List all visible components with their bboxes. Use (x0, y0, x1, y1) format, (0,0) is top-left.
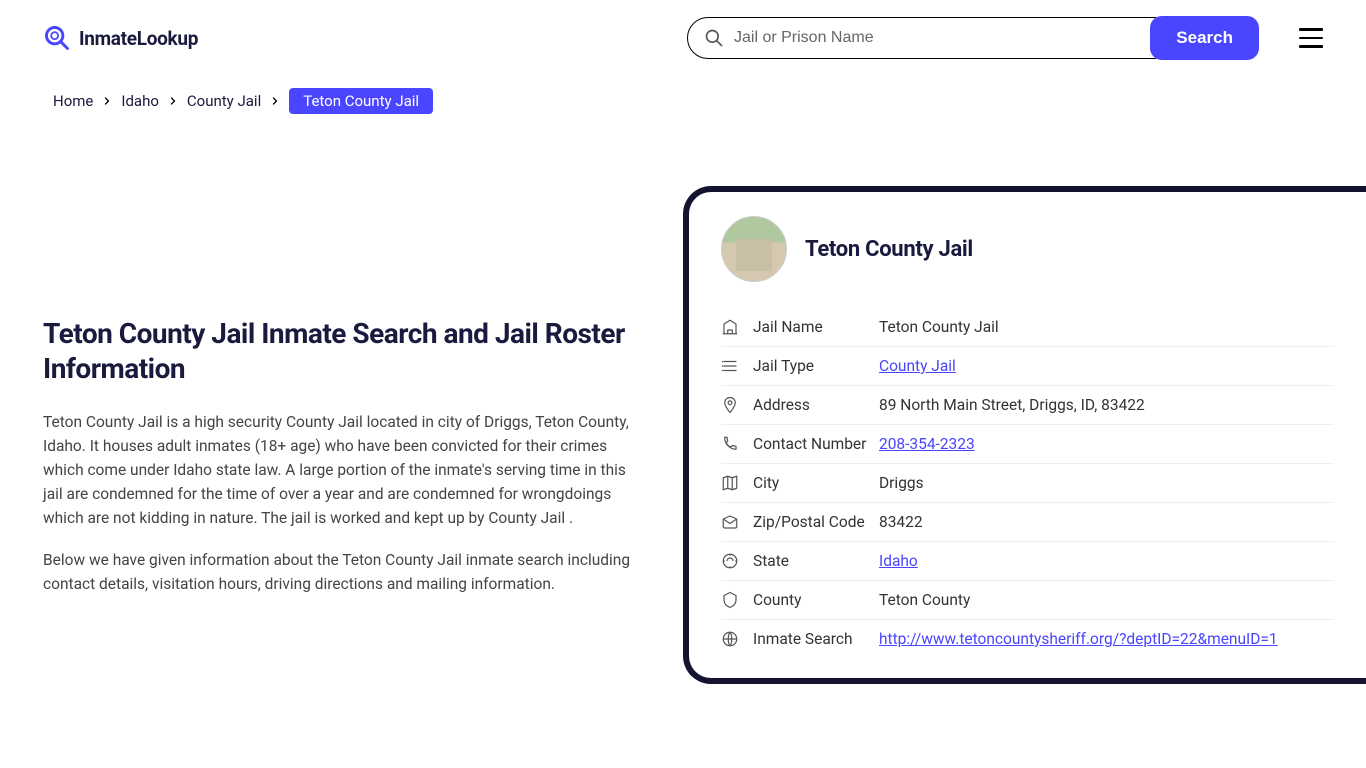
magnifier-icon (43, 24, 71, 52)
row-label: Contact Number (753, 435, 879, 453)
map-icon (721, 474, 739, 492)
row-label: State (753, 552, 879, 570)
search-area: Search (687, 16, 1259, 60)
row-value: Teton County Jail (879, 318, 999, 336)
breadcrumb-type[interactable]: County Jail (187, 92, 261, 110)
info-card: Teton County Jail Jail Name Teton County… (683, 186, 1366, 684)
compass-icon (721, 552, 739, 570)
row-label: Address (753, 396, 879, 414)
row-label: Jail Type (753, 357, 879, 375)
location-pin-icon (721, 396, 739, 414)
envelope-icon (721, 513, 739, 531)
list-icon (721, 357, 739, 375)
jail-avatar (721, 216, 787, 282)
row-label: Inmate Search (753, 630, 879, 648)
row-label: City (753, 474, 879, 492)
breadcrumb-current: Teton County Jail (289, 88, 433, 114)
main-content: Teton County Jail Inmate Search and Jail… (0, 186, 1366, 684)
row-value: 208-354-2323 (879, 435, 975, 453)
row-value: Teton County (879, 591, 970, 609)
row-value: 83422 (879, 513, 923, 531)
menu-icon[interactable] (1299, 28, 1323, 48)
breadcrumb: Home Idaho County Jail Teton County Jail (0, 76, 1366, 126)
row-value: http://www.tetoncountysheriff.org/?deptI… (879, 630, 1278, 648)
row-label: County (753, 591, 879, 609)
search-icon (704, 28, 724, 48)
info-row: Jail Name Teton County Jail (721, 308, 1334, 347)
row-link[interactable]: County Jail (879, 357, 956, 375)
logo[interactable]: InmateLookup (43, 24, 198, 52)
page-title: Teton County Jail Inmate Search and Jail… (43, 316, 643, 386)
chevron-right-icon (269, 95, 281, 107)
row-link[interactable]: 208-354-2323 (879, 435, 975, 453)
card-header: Teton County Jail (721, 216, 1334, 282)
chevron-right-icon (101, 95, 113, 107)
article: Teton County Jail Inmate Search and Jail… (43, 186, 643, 614)
card-title: Teton County Jail (805, 237, 973, 262)
row-label: Zip/Postal Code (753, 513, 879, 531)
header: InmateLookup Search (0, 0, 1366, 76)
row-value: 89 North Main Street, Driggs, ID, 83422 (879, 396, 1145, 414)
row-link[interactable]: http://www.tetoncountysheriff.org/?deptI… (879, 630, 1278, 648)
row-value: Driggs (879, 474, 924, 492)
row-value: Idaho (879, 552, 918, 570)
info-row: Zip/Postal Code 83422 (721, 503, 1334, 542)
paragraph-2: Below we have given information about th… (43, 548, 643, 596)
info-row: Address 89 North Main Street, Driggs, ID… (721, 386, 1334, 425)
row-link[interactable]: Idaho (879, 552, 918, 570)
search-input[interactable] (734, 29, 1139, 47)
breadcrumb-home[interactable]: Home (53, 92, 93, 110)
building-icon (721, 318, 739, 336)
shield-icon (721, 591, 739, 609)
chevron-right-icon (167, 95, 179, 107)
globe-icon (721, 630, 739, 648)
row-label: Jail Name (753, 318, 879, 336)
search-box (687, 17, 1156, 59)
info-row: State Idaho (721, 542, 1334, 581)
search-button[interactable]: Search (1150, 16, 1259, 60)
phone-icon (721, 435, 739, 453)
info-row: County Teton County (721, 581, 1334, 620)
info-row: Contact Number 208-354-2323 (721, 425, 1334, 464)
info-row: Jail Type County Jail (721, 347, 1334, 386)
row-value: County Jail (879, 357, 956, 375)
breadcrumb-state[interactable]: Idaho (121, 92, 159, 110)
info-row: City Driggs (721, 464, 1334, 503)
logo-text: InmateLookup (79, 27, 198, 50)
info-row: Inmate Search http://www.tetoncountysher… (721, 620, 1334, 658)
paragraph-1: Teton County Jail is a high security Cou… (43, 410, 643, 530)
